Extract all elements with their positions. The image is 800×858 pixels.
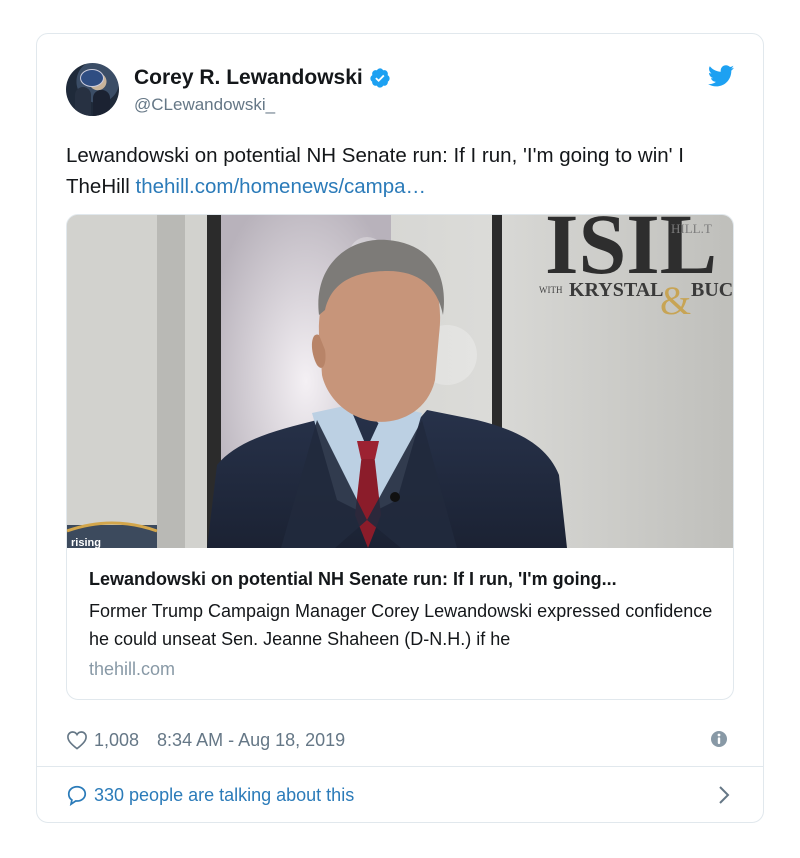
info-icon[interactable] — [710, 730, 728, 748]
avatar-figure — [75, 87, 91, 116]
avatar-seal — [80, 69, 104, 87]
tweet-embed-card: Corey R. Lewandowski @CLewandowski_ Lewa… — [36, 33, 764, 823]
preview-image-art: ISIL HILL.T WITH KRYSTAL & BUC rising — [67, 215, 733, 548]
link-card-body: Lewandowski on potential NH Senate run: … — [89, 567, 719, 680]
tweet-meta-row: 1,008 8:34 AM - Aug 18, 2019 — [66, 726, 734, 754]
verified-badge-icon — [370, 68, 390, 88]
link-preview-card[interactable]: ISIL HILL.T WITH KRYSTAL & BUC rising Le… — [66, 214, 734, 700]
tweet-link[interactable]: thehill.com/homenews/campa… — [136, 175, 427, 198]
image-overlay-host: KRYSTAL — [569, 279, 664, 301]
tweet-header: Corey R. Lewandowski @CLewandowski_ — [66, 63, 734, 123]
avatar-figure-2 — [93, 90, 110, 116]
tweet-text: Lewandowski on potential NH Senate run: … — [66, 140, 726, 202]
author-avatar[interactable] — [66, 63, 119, 116]
image-overlay-host2: BUC — [691, 279, 733, 301]
tweet-timestamp[interactable]: 8:34 AM - Aug 18, 2019 — [157, 730, 345, 751]
heart-icon[interactable] — [66, 730, 88, 750]
like-count[interactable]: 1,008 — [94, 730, 139, 751]
conversation-link[interactable]: 330 people are talking about this — [66, 780, 734, 810]
link-card-title[interactable]: Lewandowski on potential NH Senate run: … — [89, 567, 719, 591]
author-name-row: Corey R. Lewandowski — [134, 66, 391, 90]
image-overlay-ampersand: & — [660, 278, 691, 323]
author-handle[interactable]: @CLewandowski_ — [134, 95, 275, 115]
image-overlay-corner-text: HILL.T — [671, 221, 712, 236]
link-card-description: Former Trump Campaign Manager Corey Lewa… — [89, 601, 713, 649]
preview-image[interactable]: ISIL HILL.T WITH KRYSTAL & BUC rising — [67, 215, 733, 548]
chevron-right-icon[interactable] — [718, 785, 730, 805]
conversation-text[interactable]: 330 people are talking about this — [94, 785, 354, 806]
author-name[interactable]: Corey R. Lewandowski — [134, 66, 363, 90]
footer-divider — [37, 766, 763, 767]
speech-bubble-icon — [67, 785, 87, 806]
image-overlay-with: WITH — [539, 285, 563, 295]
link-card-domain: thehill.com — [89, 659, 176, 679]
twitter-bird-icon[interactable] — [708, 65, 734, 87]
image-overlay-bottom-text: rising — [71, 537, 101, 548]
